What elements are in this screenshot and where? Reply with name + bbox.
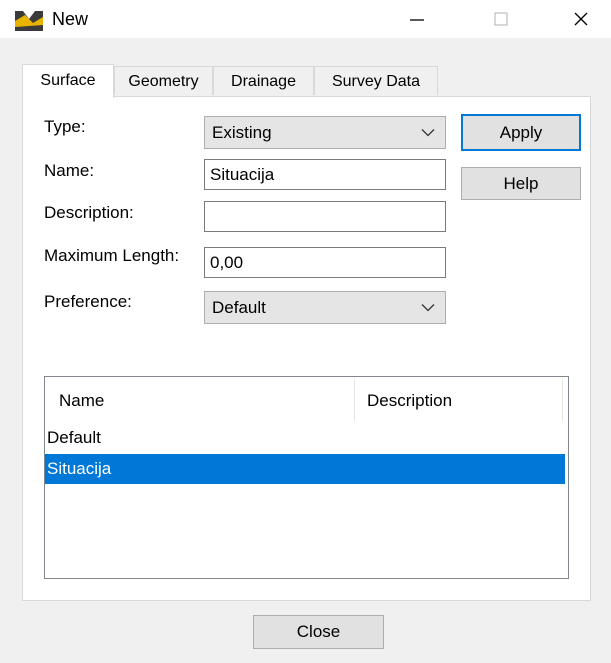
- name-field[interactable]: Situacija: [204, 159, 446, 190]
- name-label: Name:: [44, 161, 95, 180]
- preference-list[interactable]: Name Description Default Situacija: [44, 376, 569, 579]
- close-window-button[interactable]: [556, 0, 606, 38]
- maximize-icon: [494, 12, 508, 26]
- close-button[interactable]: Close: [253, 615, 384, 649]
- type-label: Type:: [44, 117, 86, 136]
- column-separator[interactable]: [354, 379, 355, 421]
- list-item-selected[interactable]: Situacija: [45, 454, 565, 484]
- description-label: Description:: [44, 203, 134, 222]
- apply-button[interactable]: Apply: [461, 114, 581, 151]
- close-icon: [574, 12, 588, 26]
- minimize-icon: [410, 19, 424, 21]
- preference-select[interactable]: Default: [204, 291, 446, 324]
- tab-surface[interactable]: Surface: [22, 64, 114, 98]
- title-bar: New: [0, 0, 611, 38]
- column-header-name[interactable]: Name: [59, 377, 359, 424]
- max-length-field[interactable]: 0,00: [204, 247, 446, 278]
- list-item[interactable]: Default: [45, 423, 565, 453]
- tab-geometry[interactable]: Geometry: [114, 66, 213, 95]
- tab-drainage[interactable]: Drainage: [213, 66, 314, 95]
- chevron-down-icon: [421, 303, 435, 311]
- window-title: New: [52, 9, 89, 29]
- help-button[interactable]: Help: [461, 167, 581, 200]
- list-item-name: Default: [47, 428, 101, 447]
- max-length-label: Maximum Length:: [44, 246, 180, 265]
- tab-survey-data[interactable]: Survey Data: [314, 66, 438, 95]
- app-icon: [15, 9, 43, 31]
- chevron-down-icon: [421, 128, 435, 136]
- list-item-name: Situacija: [47, 459, 112, 478]
- type-select-value: Existing: [212, 122, 272, 142]
- preference-select-value: Default: [212, 297, 266, 317]
- minimize-button[interactable]: [392, 0, 442, 38]
- maximize-button[interactable]: [476, 0, 526, 38]
- column-header-description[interactable]: Description: [367, 377, 547, 424]
- list-header: Name Description: [45, 377, 568, 424]
- description-field[interactable]: [204, 201, 446, 232]
- column-separator[interactable]: [562, 379, 563, 421]
- type-select[interactable]: Existing: [204, 116, 446, 149]
- preference-label: Preference:: [44, 292, 132, 311]
